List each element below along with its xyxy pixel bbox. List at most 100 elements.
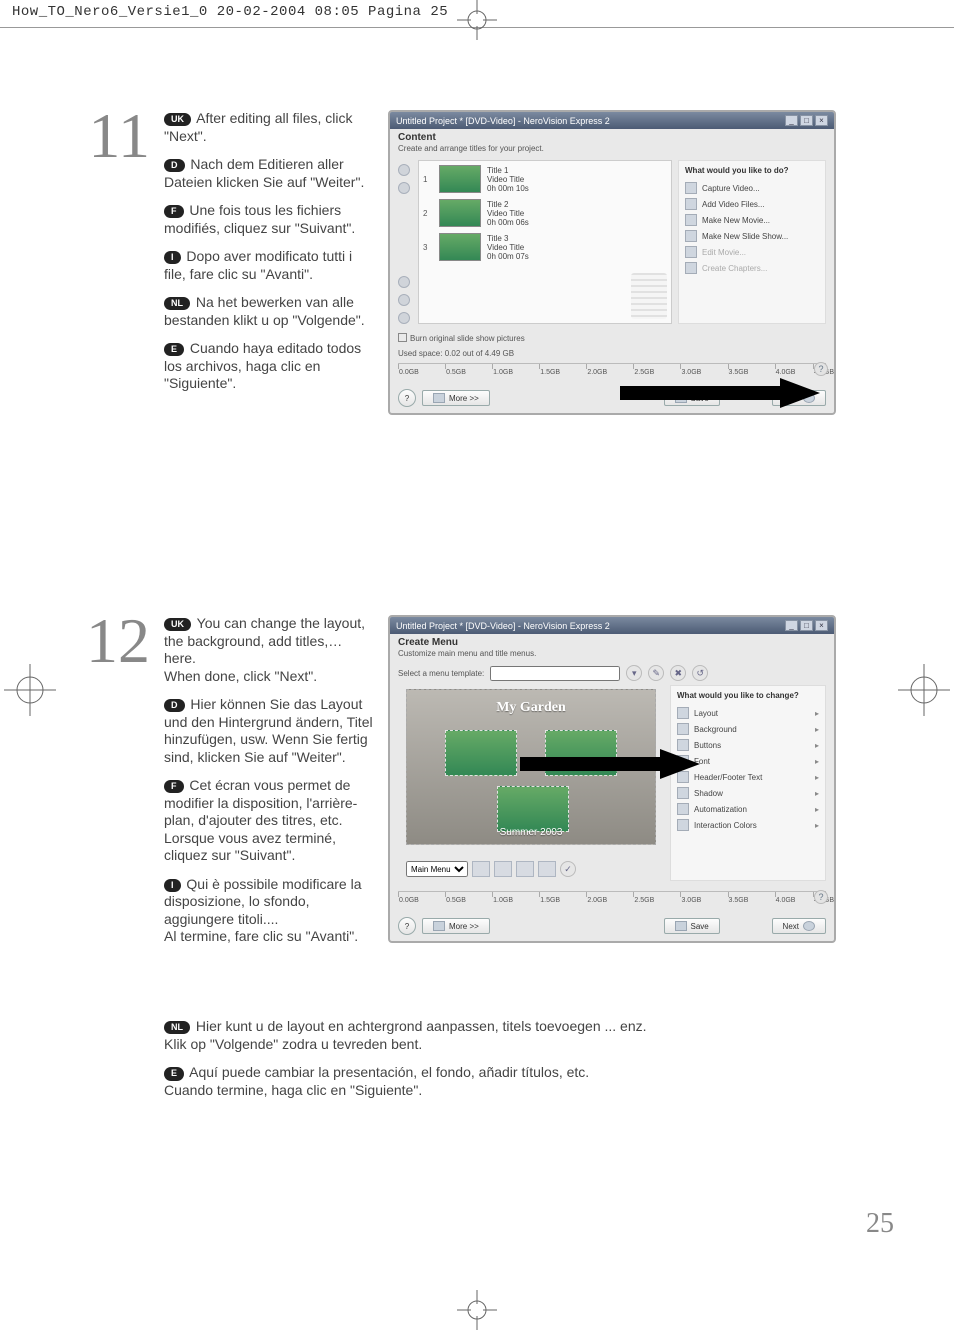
action-make-new-slideshow[interactable]: Make New Slide Show... [685,228,819,244]
tool-icon[interactable] [398,294,410,306]
filmstrip-icon [631,273,667,319]
background-icon [677,723,689,735]
menu-select[interactable]: Main Menu [406,861,468,877]
nav-prev-icon[interactable] [494,861,512,877]
ruler-tick: 1.0GB [492,364,513,369]
button-row: ? More >> Save Back Next [390,913,834,941]
ruler-tick: 0.5GB [445,892,466,897]
clip-index: 2 [423,209,433,218]
callout-arrow-icon [520,745,700,785]
menu-slot[interactable] [445,730,517,776]
actions-pane: What would you like to do? Capture Video… [678,160,826,324]
more-button[interactable]: More >> [422,918,490,934]
page-number: 25 [866,1208,894,1240]
section-subtitle: Create and arrange titles for your proje… [390,144,834,156]
nav-next-icon[interactable] [516,861,534,877]
change-interaction-colors[interactable]: Interaction Colors▸ [677,817,819,833]
tool-icon[interactable] [398,164,410,176]
pill-d: D [164,159,185,172]
help-icon[interactable]: ? [814,890,828,904]
clip-meta: Title 2Video Title0h 00m 06s [487,200,529,227]
film-icon [685,198,697,210]
window-titlebar: Untitled Project * [DVD-Video] - NeroVis… [390,112,834,129]
section-subtitle: Customize main menu and title menus. [390,649,834,661]
tool-icon[interactable] [398,312,410,324]
next-button[interactable]: Next [772,918,826,934]
text-f: Une fois tous les fichiers modifiés, cli… [164,202,355,236]
ruler-tick: 3.0GB [680,892,701,897]
more-button[interactable]: More >> [422,390,490,406]
colors-icon [677,819,689,831]
template-delete-icon[interactable]: ✖ [670,665,686,681]
ruler-tick: 0.0GB [398,364,419,369]
clip-row[interactable]: 1 Title 1Video Title0h 00m 10s [423,165,667,193]
text-d: Nach dem Editieren aller Dateien klicken… [164,156,364,190]
pill-nl: NL [164,297,190,310]
maximize-icon[interactable]: □ [800,620,813,631]
screenshot-content: Untitled Project * [DVD-Video] - NeroVis… [388,110,836,415]
text-f: Cet écran vous permet de modifier la dis… [164,777,357,863]
menu-nav-row: Main Menu ✓ [398,857,664,881]
change-heading: What would you like to change? [677,691,819,700]
burn-originals-row: Burn original slide show pictures [390,330,834,346]
change-automatization[interactable]: Automatization▸ [677,801,819,817]
tool-icon[interactable] [398,276,410,288]
change-layout[interactable]: Layout▸ [677,705,819,721]
crop-mark-bottom [457,1290,497,1330]
clip-meta: Title 3Video Title0h 00m 07s [487,234,529,261]
step-instructions: UK After editing all files, click "Next"… [164,110,374,415]
nav-check-icon[interactable]: ✓ [560,861,576,877]
help-button[interactable]: ? [398,917,416,935]
maximize-icon[interactable]: □ [800,115,813,126]
menu-slot[interactable] [497,786,569,832]
close-icon[interactable]: × [815,620,828,631]
template-dropdown-icon[interactable]: ▾ [626,665,642,681]
clip-list[interactable]: 1 Title 1Video Title0h 00m 10s 2 Title 2… [418,160,672,324]
pill-nl: NL [164,1021,190,1035]
change-background[interactable]: Background▸ [677,721,819,737]
template-input[interactable] [490,666,620,681]
arrow-right-icon [803,921,815,931]
clip-row[interactable]: 3 Title 3Video Title0h 00m 07s [423,233,667,261]
chapters-icon [685,262,697,274]
ruler-tick: 1.0GB [492,892,513,897]
camera-icon [685,182,697,194]
action-add-video-files[interactable]: Add Video Files... [685,196,819,212]
template-selector-row: Select a menu template: ▾ ✎ ✖ ↺ [390,661,834,685]
template-reset-icon[interactable]: ↺ [692,665,708,681]
tools-icon [433,393,445,403]
clip-meta: Title 1Video Title0h 00m 10s [487,166,529,193]
save-button[interactable]: Save [664,918,720,934]
clip-row[interactable]: 2 Title 2Video Title0h 00m 06s [423,199,667,227]
nav-last-icon[interactable] [538,861,556,877]
pill-e: E [164,343,184,356]
template-save-icon[interactable]: ✎ [648,665,664,681]
change-shadow[interactable]: Shadow▸ [677,785,819,801]
text-e: Cuando haya editado todos los archivos, … [164,340,361,391]
screenshot-create-menu: Untitled Project * [DVD-Video] - NeroVis… [388,615,836,943]
close-icon[interactable]: × [815,115,828,126]
minimize-icon[interactable]: _ [785,115,798,126]
action-make-new-movie[interactable]: Make New Movie... [685,212,819,228]
thumbnail-icon [439,199,481,227]
checkbox[interactable] [398,333,407,342]
minimize-icon[interactable]: _ [785,620,798,631]
shadow-icon [677,787,689,799]
crop-mark-left [0,660,60,720]
text-i: Dopo aver modificato tutti i file, fare … [164,248,352,282]
tool-icon[interactable] [398,182,410,194]
step-number: 11 [80,110,150,415]
text-uk: You can change the layout, the backgroun… [164,615,365,684]
ruler-tick: 3.5GB [728,892,749,897]
ruler-tick: 4.0GB [775,892,796,897]
nav-first-icon[interactable] [472,861,490,877]
window-title: Untitled Project * [DVD-Video] - NeroVis… [396,621,610,631]
window-titlebar: Untitled Project * [DVD-Video] - NeroVis… [390,617,834,634]
help-button[interactable]: ? [398,389,416,407]
pill-uk: UK [164,618,191,631]
tools-icon [433,921,445,931]
step-11: 11 UK After editing all files, click "Ne… [80,110,890,415]
action-capture-video[interactable]: Capture Video... [685,180,819,196]
pill-i: I [164,251,181,264]
pill-i: I [164,879,181,892]
